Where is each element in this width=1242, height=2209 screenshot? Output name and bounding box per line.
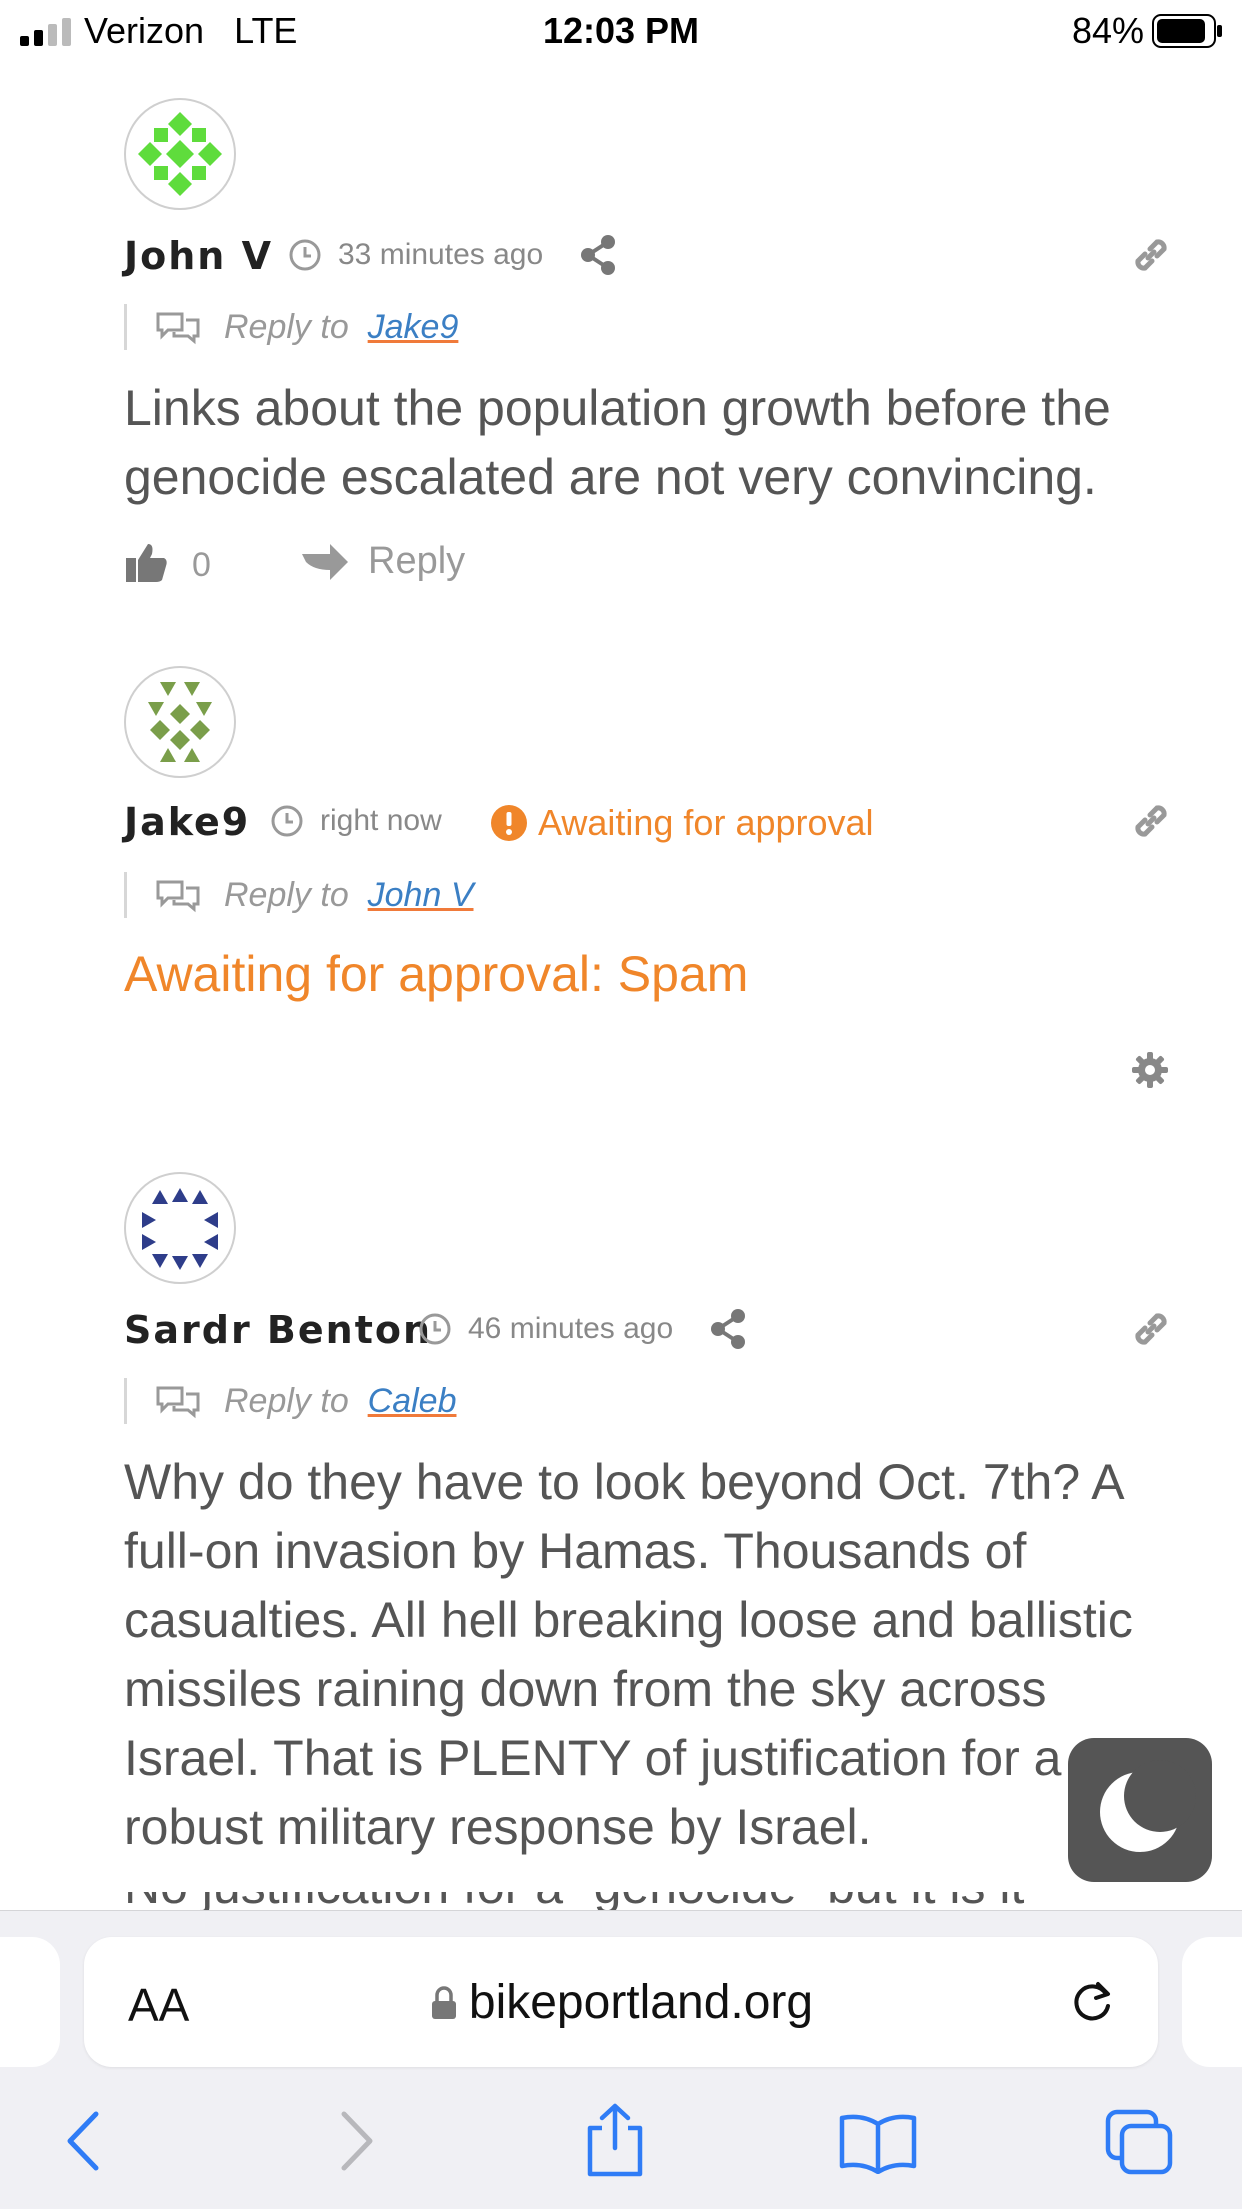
avatar (124, 98, 236, 210)
share-icon[interactable] (708, 1308, 748, 1350)
speech-bubbles-icon (156, 880, 200, 913)
avatar (124, 666, 236, 778)
like-count: 0 (192, 546, 211, 584)
partial-line: No justification for a “genocide” but it… (124, 1892, 1154, 1910)
share-icon[interactable] (578, 234, 618, 276)
clock-icon (419, 1313, 451, 1345)
comment-body: Why do they have to look beyond Oct. 7th… (124, 1454, 1133, 1855)
battery-icon (1152, 14, 1222, 48)
status-bar: Verizon LTE 12:03 PM 84% (0, 0, 1242, 62)
avatar-pattern-icon (142, 1188, 218, 1270)
reply-button[interactable]: Reply (368, 540, 465, 583)
comment-time[interactable]: right now (320, 804, 442, 838)
share-sheet-icon[interactable] (584, 2102, 646, 2178)
status-badge: Awaiting for approval (538, 802, 874, 843)
reply-prefix: Reply to (224, 876, 349, 914)
forward-icon[interactable] (336, 2110, 378, 2172)
moon-icon (1100, 1760, 1196, 1852)
reply-prefix: Reply to (224, 308, 349, 346)
reply-prefix: Reply to (224, 1382, 349, 1420)
comment-time[interactable]: 33 minutes ago (338, 238, 543, 272)
reply-to-link[interactable]: Jake9 (368, 308, 459, 346)
bookmarks-icon[interactable] (838, 2112, 918, 2174)
permalink-icon[interactable] (1130, 1308, 1172, 1350)
thumbs-up-icon[interactable] (124, 540, 168, 584)
avatar-pattern-icon (138, 112, 222, 196)
reply-to-link[interactable]: John V (368, 876, 474, 914)
reply-divider (124, 872, 127, 918)
comment-author[interactable]: John V (124, 234, 273, 278)
tabs-icon[interactable] (1104, 2108, 1176, 2176)
lock-icon (431, 1986, 456, 2019)
clock-icon (271, 805, 303, 837)
reply-to-label: Reply to Jake9 (224, 308, 458, 347)
reply-to-label: Reply to John V (224, 876, 474, 915)
comment-body-continuation: No justification for a “genocide” but it… (124, 1892, 1154, 1910)
permalink-icon[interactable] (1130, 234, 1172, 276)
reply-to-link[interactable]: Caleb (368, 1382, 457, 1420)
url-display[interactable]: bikeportland.org (0, 1975, 1242, 2030)
comment-time[interactable]: 46 minutes ago (468, 1312, 673, 1346)
clock: 12:03 PM (542, 10, 700, 51)
comment-body: Links about the population growth before… (124, 380, 1111, 505)
alert-icon (491, 805, 527, 841)
url-text: bikeportland.org (468, 1976, 814, 2029)
clock-icon (289, 239, 321, 271)
avatar-pattern-icon (148, 682, 212, 762)
reply-to-label: Reply to Caleb (224, 1382, 456, 1421)
comment-author[interactable]: Sardr Benton (124, 1308, 432, 1352)
battery-percent: 84% (1071, 10, 1144, 51)
permalink-icon[interactable] (1130, 800, 1172, 842)
reload-icon[interactable] (1066, 1976, 1118, 2028)
gear-icon[interactable] (1130, 1050, 1170, 1090)
speech-bubbles-icon (156, 1386, 200, 1419)
reply-divider (124, 1378, 127, 1424)
dark-mode-toggle[interactable] (1068, 1738, 1212, 1882)
comment-body: Awaiting for approval: Spam (124, 946, 749, 1002)
avatar (124, 1172, 236, 1284)
speech-bubbles-icon (156, 312, 200, 345)
reply-arrow-icon[interactable] (300, 542, 350, 582)
reply-divider (124, 304, 127, 350)
comment-author[interactable]: Jake9 (124, 800, 250, 844)
back-icon[interactable] (62, 2110, 104, 2172)
